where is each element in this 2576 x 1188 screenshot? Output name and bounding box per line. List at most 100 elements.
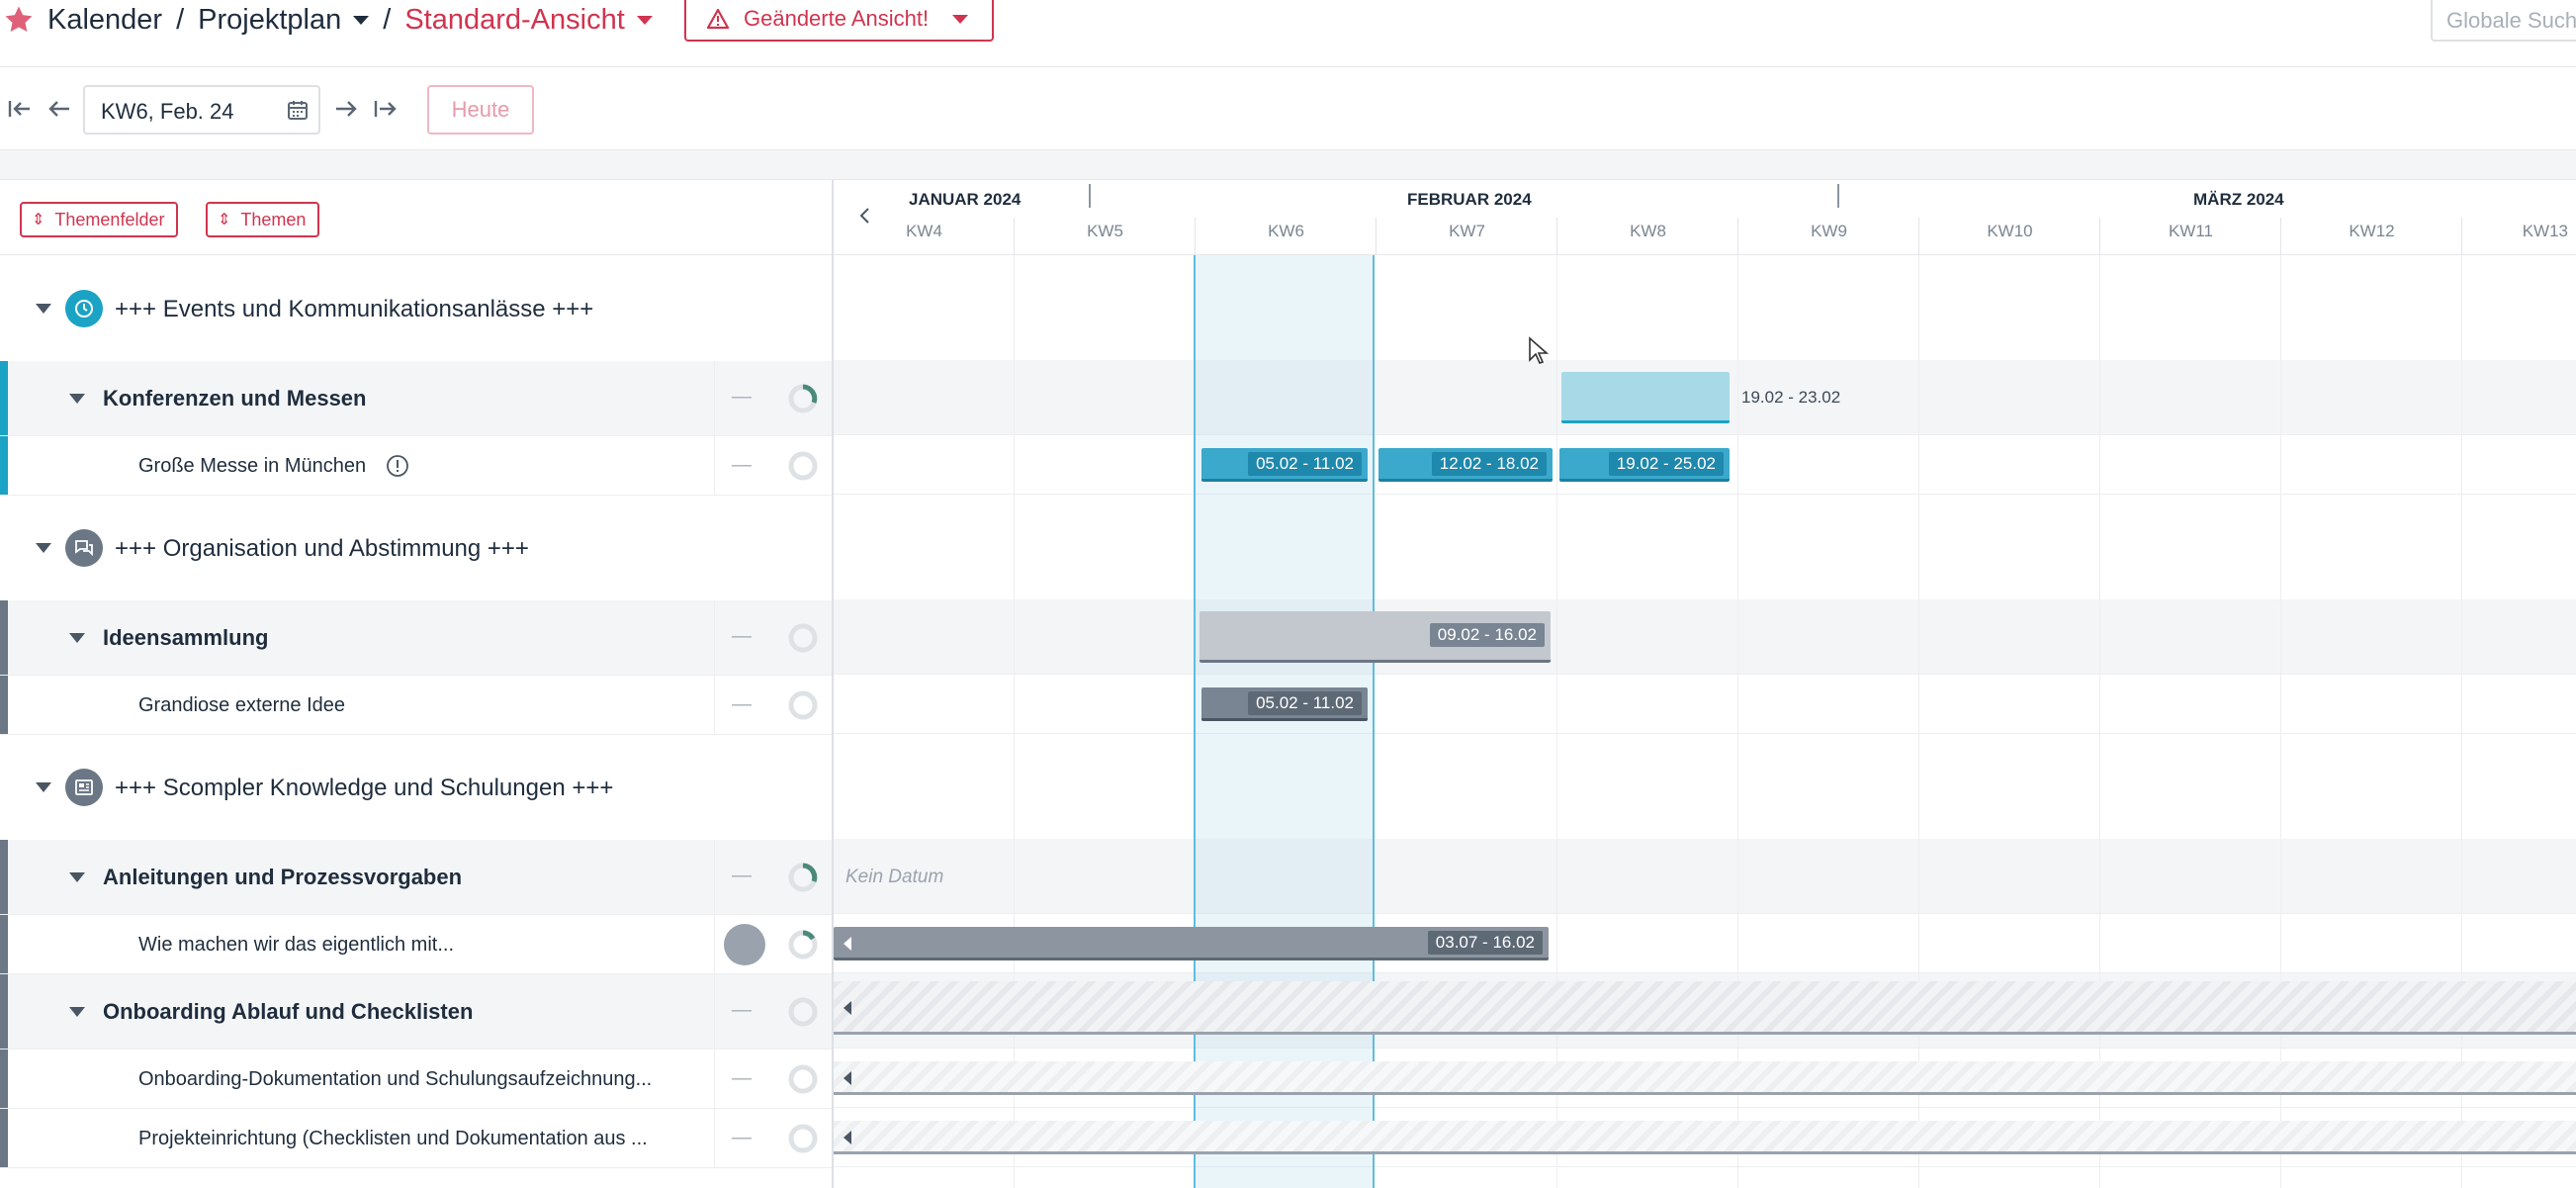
breadcrumb-projektplan[interactable]: Projektplan: [198, 3, 370, 37]
week-label[interactable]: KW5: [1015, 222, 1196, 241]
arrow-left-icon: [844, 1131, 851, 1144]
assignee-placeholder: —: [732, 999, 752, 1021]
undated-item-bar[interactable]: [834, 1061, 2576, 1095]
week-label[interactable]: KW8: [1557, 222, 1738, 241]
arrow-left-icon: [844, 937, 851, 951]
item-row-projekteinrichtung[interactable]: Projekteinrichtung (Checklisten und Doku…: [0, 1109, 832, 1168]
column-divider: [714, 361, 715, 435]
week-gridline: [1737, 255, 1738, 1188]
item-bar-label: 19.02 - 25.02: [1608, 452, 1724, 476]
assignee-placeholder: —: [732, 1067, 752, 1089]
themenfelder-button[interactable]: ⇕ Themenfelder: [20, 202, 179, 237]
progress-ring-icon: [788, 451, 818, 481]
week-label[interactable]: KW6: [1196, 222, 1377, 241]
item-bar[interactable]: 03.07 - 16.02: [834, 927, 1549, 960]
collapse-triangle-icon[interactable]: [69, 1007, 85, 1017]
column-divider: [714, 600, 715, 675]
week-gridline: [1918, 255, 1919, 1188]
current-week-highlight: [1194, 255, 1375, 1188]
assignee-placeholder: —: [732, 386, 752, 408]
item-row-grandiose-idee[interactable]: Grandiose externe Idee —: [0, 676, 832, 735]
chevron-down-icon: [636, 16, 653, 26]
breadcrumb-view-select[interactable]: Standard-Ansicht: [404, 3, 653, 37]
topic-list-panel: ⇕ Themenfelder ⇕ Themen +++ Events und K…: [0, 180, 834, 1188]
collapse-expand-icon: ⇕: [32, 212, 45, 228]
item-bar[interactable]: 19.02 - 25.02: [1559, 448, 1730, 482]
undated-item-bar[interactable]: [834, 1121, 2576, 1154]
changed-view-label: Geänderte Ansicht!: [744, 6, 930, 31]
category-row-onboarding[interactable]: Onboarding Ablauf und Checklisten —: [0, 974, 832, 1050]
avatar[interactable]: [724, 924, 765, 965]
item-title: Projekteinrichtung (Checklisten und Doku…: [138, 1128, 648, 1149]
undated-category-bar[interactable]: [834, 981, 2576, 1035]
week-gridline: [1556, 255, 1557, 1188]
item-title: Onboarding-Dokumentation und Schulungsau…: [138, 1068, 653, 1090]
collapse-triangle-icon[interactable]: [69, 872, 85, 882]
item-accent: [0, 915, 8, 973]
timeline-category-row: [834, 599, 2576, 675]
week-label[interactable]: KW10: [1919, 222, 2100, 241]
item-bar[interactable]: 12.02 - 18.02: [1378, 448, 1553, 482]
changed-view-button[interactable]: Geänderte Ansicht!: [684, 0, 995, 42]
next-arrow-icon[interactable]: [332, 95, 360, 123]
group-title: +++ Organisation und Abstimmung +++: [115, 535, 529, 562]
category-bar-ideensammlung[interactable]: 09.02 - 16.02: [1199, 611, 1551, 663]
week-label[interactable]: KW7: [1377, 222, 1557, 241]
timeline-category-row: [834, 839, 2576, 914]
month-divider: [1837, 184, 1839, 208]
collapse-triangle-icon[interactable]: [69, 633, 85, 643]
timeline-item-row: [834, 675, 2576, 734]
timeline-group-row: [834, 734, 2576, 839]
category-row-konferenzen[interactable]: Konferenzen und Messen —: [0, 361, 832, 436]
breadcrumb-projektplan-label: Projektplan: [198, 3, 342, 36]
category-row-ideensammlung[interactable]: Ideensammlung —: [0, 600, 832, 676]
breadcrumb-view-label: Standard-Ansicht: [404, 3, 625, 36]
item-bar-label: 05.02 - 11.02: [1248, 691, 1362, 715]
week-label[interactable]: KW11: [2100, 222, 2281, 241]
calendar-icon[interactable]: [287, 99, 309, 121]
collapse-triangle-icon[interactable]: [36, 782, 51, 792]
group-row-organisation[interactable]: +++ Organisation und Abstimmung +++: [0, 496, 832, 600]
item-bar-label: 03.07 - 16.02: [1427, 931, 1543, 955]
item-accent: [0, 1109, 8, 1167]
group-row-events[interactable]: +++ Events und Kommunikationsanlässe +++: [0, 256, 832, 361]
group-title: +++ Scompler Knowledge und Schulungen ++…: [115, 775, 614, 801]
category-bar-konferenzen[interactable]: [1561, 372, 1730, 423]
item-bar[interactable]: 05.02 - 11.02: [1201, 448, 1368, 482]
progress-ring-icon: [788, 863, 818, 892]
timeline-group-row: [834, 495, 2576, 599]
jump-to-end-icon[interactable]: [372, 95, 400, 123]
collapse-triangle-icon[interactable]: [36, 543, 51, 553]
previous-arrow-icon[interactable]: [45, 95, 73, 123]
column-divider: [714, 974, 715, 1049]
progress-ring-icon: [788, 690, 818, 720]
favorite-star-icon[interactable]: [2, 3, 36, 37]
themen-button[interactable]: ⇕ Themen: [206, 202, 320, 237]
week-label[interactable]: KW12: [2281, 222, 2462, 241]
jump-to-start-icon[interactable]: [6, 95, 34, 123]
item-row-wie-machen-wir[interactable]: Wie machen wir das eigentlich mit...: [0, 915, 832, 974]
collapse-triangle-icon[interactable]: [36, 304, 51, 314]
week-label[interactable]: KW13: [2462, 222, 2576, 241]
category-accent: [0, 600, 8, 675]
arrow-left-icon: [844, 1071, 851, 1085]
item-row-onboarding-doku[interactable]: Onboarding-Dokumentation und Schulungsau…: [0, 1050, 832, 1109]
item-bar[interactable]: 05.02 - 11.02: [1201, 687, 1368, 721]
item-row-messe[interactable]: Große Messe in München —: [0, 436, 832, 496]
info-icon[interactable]: [386, 454, 409, 478]
themen-label: Themen: [240, 209, 307, 229]
week-gridline: [2280, 255, 2281, 1188]
breadcrumb-kalender[interactable]: Kalender: [47, 4, 162, 37]
week-label[interactable]: KW9: [1738, 222, 1919, 241]
column-divider: [714, 840, 715, 914]
global-search-input[interactable]: Globale Suche...: [2431, 0, 2576, 42]
category-bar-label: 19.02 - 23.02: [1741, 388, 1841, 407]
progress-ring-icon: [788, 930, 818, 960]
today-button[interactable]: Heute: [427, 85, 534, 135]
collapse-triangle-icon[interactable]: [69, 394, 85, 404]
item-bar-label: 12.02 - 18.02: [1431, 452, 1547, 476]
week-date-picker[interactable]: KW6, Feb. 24: [83, 85, 320, 135]
group-row-knowledge[interactable]: +++ Scompler Knowledge und Schulungen ++…: [0, 735, 832, 840]
week-label[interactable]: KW4: [834, 222, 1015, 241]
category-row-anleitungen[interactable]: Anleitungen und Prozessvorgaben —: [0, 840, 832, 915]
